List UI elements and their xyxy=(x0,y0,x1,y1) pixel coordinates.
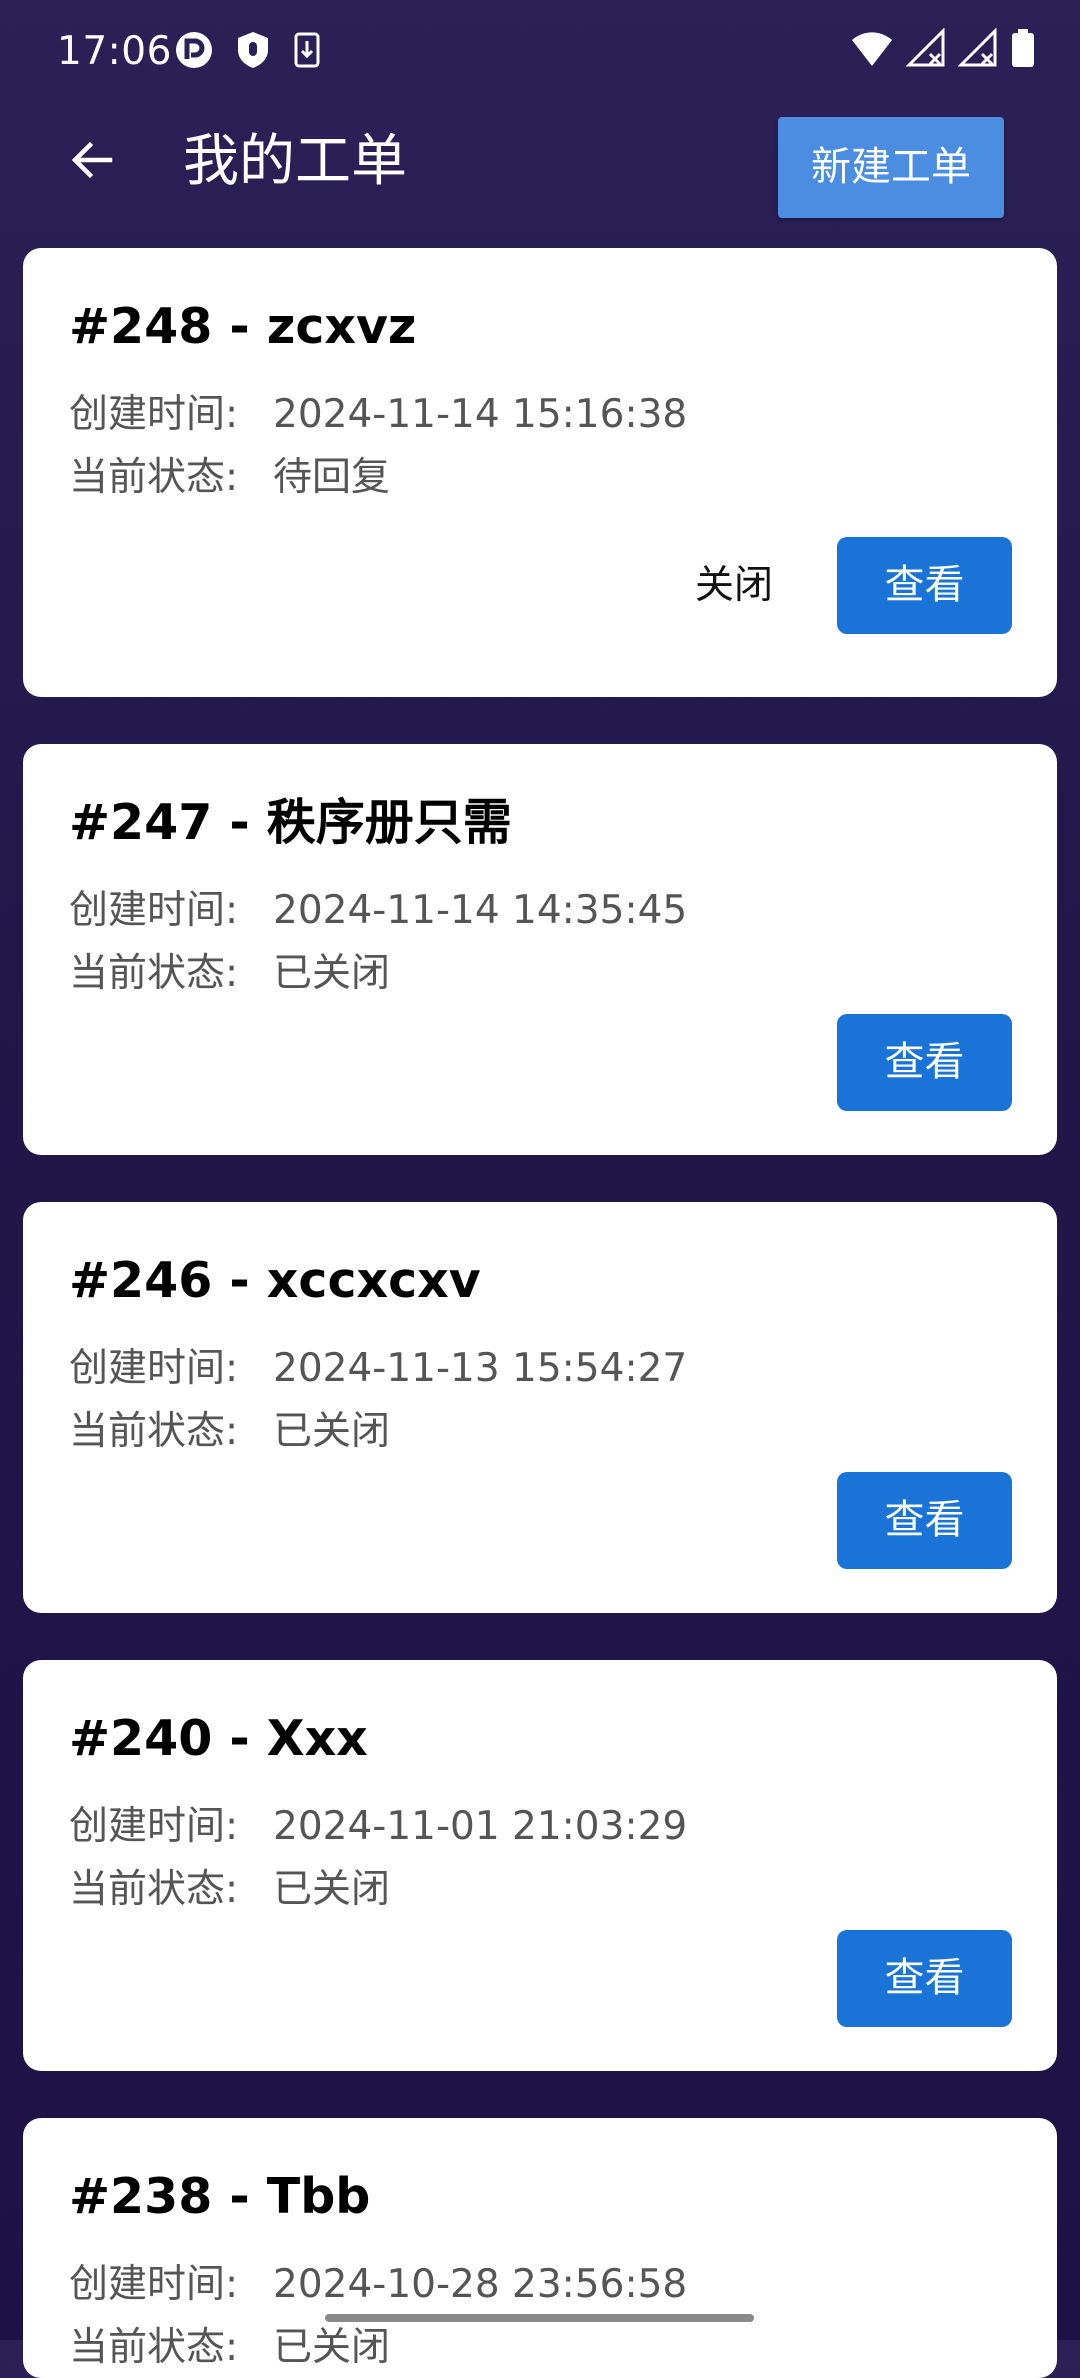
pinwheel-icon xyxy=(174,30,214,70)
status-row: 当前状态: 已关闭 xyxy=(69,1863,390,1917)
ticket-card: #247 - 秩序册只需 创建时间: 2024-11-14 14:35:45 当前… xyxy=(23,744,1057,1155)
location-shield-icon xyxy=(235,30,271,70)
status-value: 已关闭 xyxy=(273,2325,391,2370)
created-label: 创建时间: xyxy=(69,392,239,437)
arrow-left-icon xyxy=(70,138,114,187)
status-label: 当前状态: xyxy=(69,1867,239,1912)
status-label: 当前状态: xyxy=(69,951,239,996)
created-row: 创建时间: 2024-11-14 14:35:45 xyxy=(69,884,687,938)
status-label: 当前状态: xyxy=(69,455,239,500)
page-title: 我的工单 xyxy=(183,129,407,194)
created-row: 创建时间: 2024-11-13 15:54:27 xyxy=(69,1342,687,1396)
ticket-card: #248 - zcxvz 创建时间: 2024-11-14 15:16:38 当前… xyxy=(23,248,1057,697)
created-value: 2024-11-14 14:35:45 xyxy=(273,888,688,933)
created-row: 创建时间: 2024-10-28 23:56:58 xyxy=(69,2258,687,2312)
status-row: 当前状态: 待回复 xyxy=(69,451,390,505)
created-row: 创建时间: 2024-11-14 15:16:38 xyxy=(69,388,687,442)
ticket-card: #240 - Xxx 创建时间: 2024-11-01 21:03:29 当前状态… xyxy=(23,1660,1057,2071)
app-bar: 我的工单 新建工单 xyxy=(0,100,1080,250)
status-value: 已关闭 xyxy=(273,951,391,996)
status-bar: 17:06 xyxy=(0,0,1080,100)
view-ticket-button[interactable]: 查看 xyxy=(837,537,1012,634)
created-value: 2024-11-13 15:54:27 xyxy=(273,1346,688,1391)
ticket-title: #246 - xccxcxv xyxy=(69,1252,481,1309)
back-button[interactable] xyxy=(52,122,132,202)
ticket-title: #240 - Xxx xyxy=(69,1710,368,1767)
signal-no-service-icon xyxy=(906,28,946,68)
status-label: 当前状态: xyxy=(69,2325,239,2370)
status-right-icons xyxy=(850,28,1036,68)
battery-icon xyxy=(1010,28,1036,68)
created-value: 2024-10-28 23:56:58 xyxy=(273,2262,688,2307)
home-indicator[interactable] xyxy=(325,2314,754,2322)
status-value: 已关闭 xyxy=(273,1867,391,1912)
status-value: 待回复 xyxy=(273,455,391,500)
status-row: 当前状态: 已关闭 xyxy=(69,1405,390,1459)
close-ticket-button[interactable]: 关闭 xyxy=(674,538,794,634)
status-label: 当前状态: xyxy=(69,1409,239,1454)
ticket-title: #247 - 秩序册只需 xyxy=(69,794,512,851)
signal-no-service-icon xyxy=(958,28,998,68)
status-left-icons xyxy=(174,30,322,70)
status-time: 17:06 xyxy=(57,29,172,74)
wifi-icon xyxy=(850,28,894,68)
status-value: 已关闭 xyxy=(273,1409,391,1454)
created-row: 创建时间: 2024-11-01 21:03:29 xyxy=(69,1800,687,1854)
status-row: 当前状态: 已关闭 xyxy=(69,2321,390,2375)
ticket-card: #238 - Tbb 创建时间: 2024-10-28 23:56:58 当前状态… xyxy=(23,2118,1057,2378)
download-icon xyxy=(292,30,322,70)
view-ticket-button[interactable]: 查看 xyxy=(837,1472,1012,1569)
view-ticket-button[interactable]: 查看 xyxy=(837,1014,1012,1111)
new-ticket-button[interactable]: 新建工单 xyxy=(778,117,1004,218)
view-ticket-button[interactable]: 查看 xyxy=(837,1930,1012,2027)
created-value: 2024-11-01 21:03:29 xyxy=(273,1804,688,1849)
ticket-card: #246 - xccxcxv 创建时间: 2024-11-13 15:54:27 … xyxy=(23,1202,1057,1613)
ticket-title: #248 - zcxvz xyxy=(69,298,417,355)
created-label: 创建时间: xyxy=(69,888,239,933)
status-row: 当前状态: 已关闭 xyxy=(69,947,390,1001)
created-label: 创建时间: xyxy=(69,1346,239,1391)
ticket-title: #238 - Tbb xyxy=(69,2168,371,2225)
created-label: 创建时间: xyxy=(69,2262,239,2307)
created-label: 创建时间: xyxy=(69,1804,239,1849)
created-value: 2024-11-14 15:16:38 xyxy=(273,392,688,437)
